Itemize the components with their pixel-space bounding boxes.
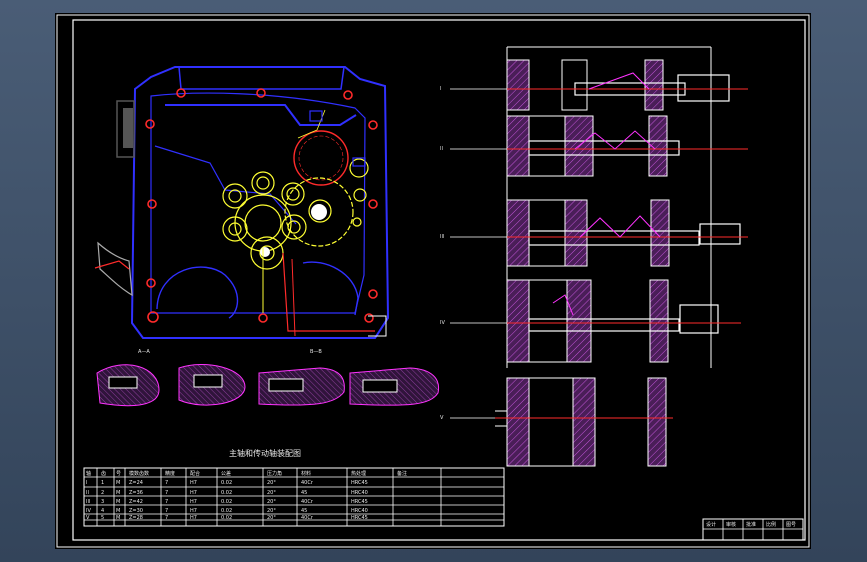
table-cell: V bbox=[86, 515, 90, 521]
table-header: 轴 bbox=[86, 470, 91, 477]
table-cell: 3 bbox=[101, 499, 104, 505]
table-cell: 45 bbox=[301, 490, 307, 496]
gearbox-view bbox=[94, 66, 390, 339]
table-cell: 40Cr bbox=[301, 499, 314, 505]
section-views: A—A B—B bbox=[96, 349, 440, 407]
table-cell: 7 bbox=[165, 490, 168, 496]
title-block: 设计 审核 批准 比例 图号 bbox=[702, 518, 804, 541]
shaft-labels: I II III IV V bbox=[440, 86, 507, 421]
table-header: 配合 bbox=[190, 470, 200, 477]
table-cell: M bbox=[116, 480, 120, 486]
table-cell: 0.02 bbox=[221, 480, 232, 486]
shaft-label-1: I bbox=[440, 86, 441, 92]
table-cell: 20° bbox=[267, 499, 276, 505]
table-cell: I bbox=[86, 480, 87, 486]
table-cell: H7 bbox=[190, 480, 197, 486]
table-cell: Z=24 bbox=[129, 480, 143, 486]
shaft-label-4: IV bbox=[440, 320, 445, 326]
table-cell: M bbox=[116, 508, 120, 514]
table-cell: 4 bbox=[101, 508, 104, 514]
table-cell: 45 bbox=[301, 508, 307, 514]
table-cell: M bbox=[116, 515, 120, 521]
table-cell: HRC40 bbox=[351, 508, 368, 514]
table-cell: 7 bbox=[165, 499, 168, 505]
title-block-item: 图号 bbox=[786, 522, 796, 528]
table-cell: Z=28 bbox=[129, 515, 143, 521]
table-header: 热处理 bbox=[351, 470, 366, 477]
table-cell: 0.02 bbox=[221, 490, 232, 496]
shaft-label-2: II bbox=[440, 146, 443, 152]
table-header: 精度 bbox=[165, 470, 175, 477]
table-cell: 7 bbox=[165, 508, 168, 514]
table-cell: HRC45 bbox=[351, 499, 368, 505]
title-block-item: 审核 bbox=[726, 521, 736, 528]
assembly-drawing: A—A B—B I II III IV V 主轴和传动轴装配图 轴 齿 号 模数… bbox=[56, 14, 810, 548]
table-cell: H7 bbox=[190, 508, 197, 514]
svg-text:A—A: A—A bbox=[138, 349, 150, 355]
table-cell: H7 bbox=[190, 499, 197, 505]
table-header: 材料 bbox=[301, 470, 311, 477]
table-cell: 20° bbox=[267, 508, 276, 514]
cad-viewport: A—A B—B I II III IV V 主轴和传动轴装配图 轴 齿 号 模数… bbox=[0, 0, 867, 562]
table-cell: 0.02 bbox=[221, 508, 232, 514]
table-header: 压力角 bbox=[267, 470, 282, 477]
table-cell: H7 bbox=[190, 490, 197, 496]
table-cell: Z=42 bbox=[129, 499, 143, 505]
title-block-item: 比例 bbox=[766, 521, 776, 528]
inner-border bbox=[72, 19, 806, 541]
table-cell: M bbox=[116, 490, 120, 496]
table-cell: II bbox=[86, 490, 89, 496]
table-cell: HRC45 bbox=[351, 515, 368, 521]
table-cell: 20° bbox=[267, 515, 276, 521]
table-cell: M bbox=[116, 499, 120, 505]
drawing-sheet[interactable]: A—A B—B I II III IV V 主轴和传动轴装配图 轴 齿 号 模数… bbox=[55, 13, 811, 549]
table-cell: 40Cr bbox=[301, 480, 314, 486]
gear-table: 轴 齿 号 模数齿数 精度 配合 公差 压力角 材料 热处理 备注 I 1 M … bbox=[83, 467, 505, 527]
table-cell: 7 bbox=[165, 480, 168, 486]
title-block-item: 批准 bbox=[746, 521, 756, 528]
table-cell: III bbox=[86, 499, 90, 505]
title-block-item: 设计 bbox=[706, 521, 716, 528]
shaft-label-5: V bbox=[440, 415, 444, 421]
table-cell: Z=30 bbox=[129, 508, 143, 514]
table-cell: Z=36 bbox=[129, 490, 143, 496]
drawing-title: 主轴和传动轴装配图 bbox=[229, 448, 301, 458]
table-header: 公差 bbox=[221, 470, 231, 477]
table-cell: 0.02 bbox=[221, 499, 232, 505]
table-cell: 20° bbox=[267, 480, 276, 486]
table-header: 号 bbox=[116, 471, 121, 477]
table-cell: 5 bbox=[101, 515, 104, 521]
table-header: 齿 bbox=[101, 471, 106, 477]
table-cell: 2 bbox=[101, 490, 104, 496]
table-cell: HRC45 bbox=[351, 480, 368, 486]
shaft-sections bbox=[495, 46, 748, 467]
shaft-label-3: III bbox=[440, 234, 444, 240]
table-cell: 40Cr bbox=[301, 515, 314, 521]
table-cell: H7 bbox=[190, 515, 197, 521]
svg-text:B—B: B—B bbox=[310, 349, 322, 355]
table-cell: 7 bbox=[165, 515, 168, 521]
table-header: 备注 bbox=[397, 470, 407, 477]
table-cell: 1 bbox=[101, 480, 104, 486]
table-cell: 20° bbox=[267, 490, 276, 496]
table-header: 模数齿数 bbox=[129, 470, 149, 477]
table-cell: 0.02 bbox=[221, 515, 232, 521]
table-cell: IV bbox=[86, 508, 91, 514]
table-cell: HRC40 bbox=[351, 490, 368, 496]
